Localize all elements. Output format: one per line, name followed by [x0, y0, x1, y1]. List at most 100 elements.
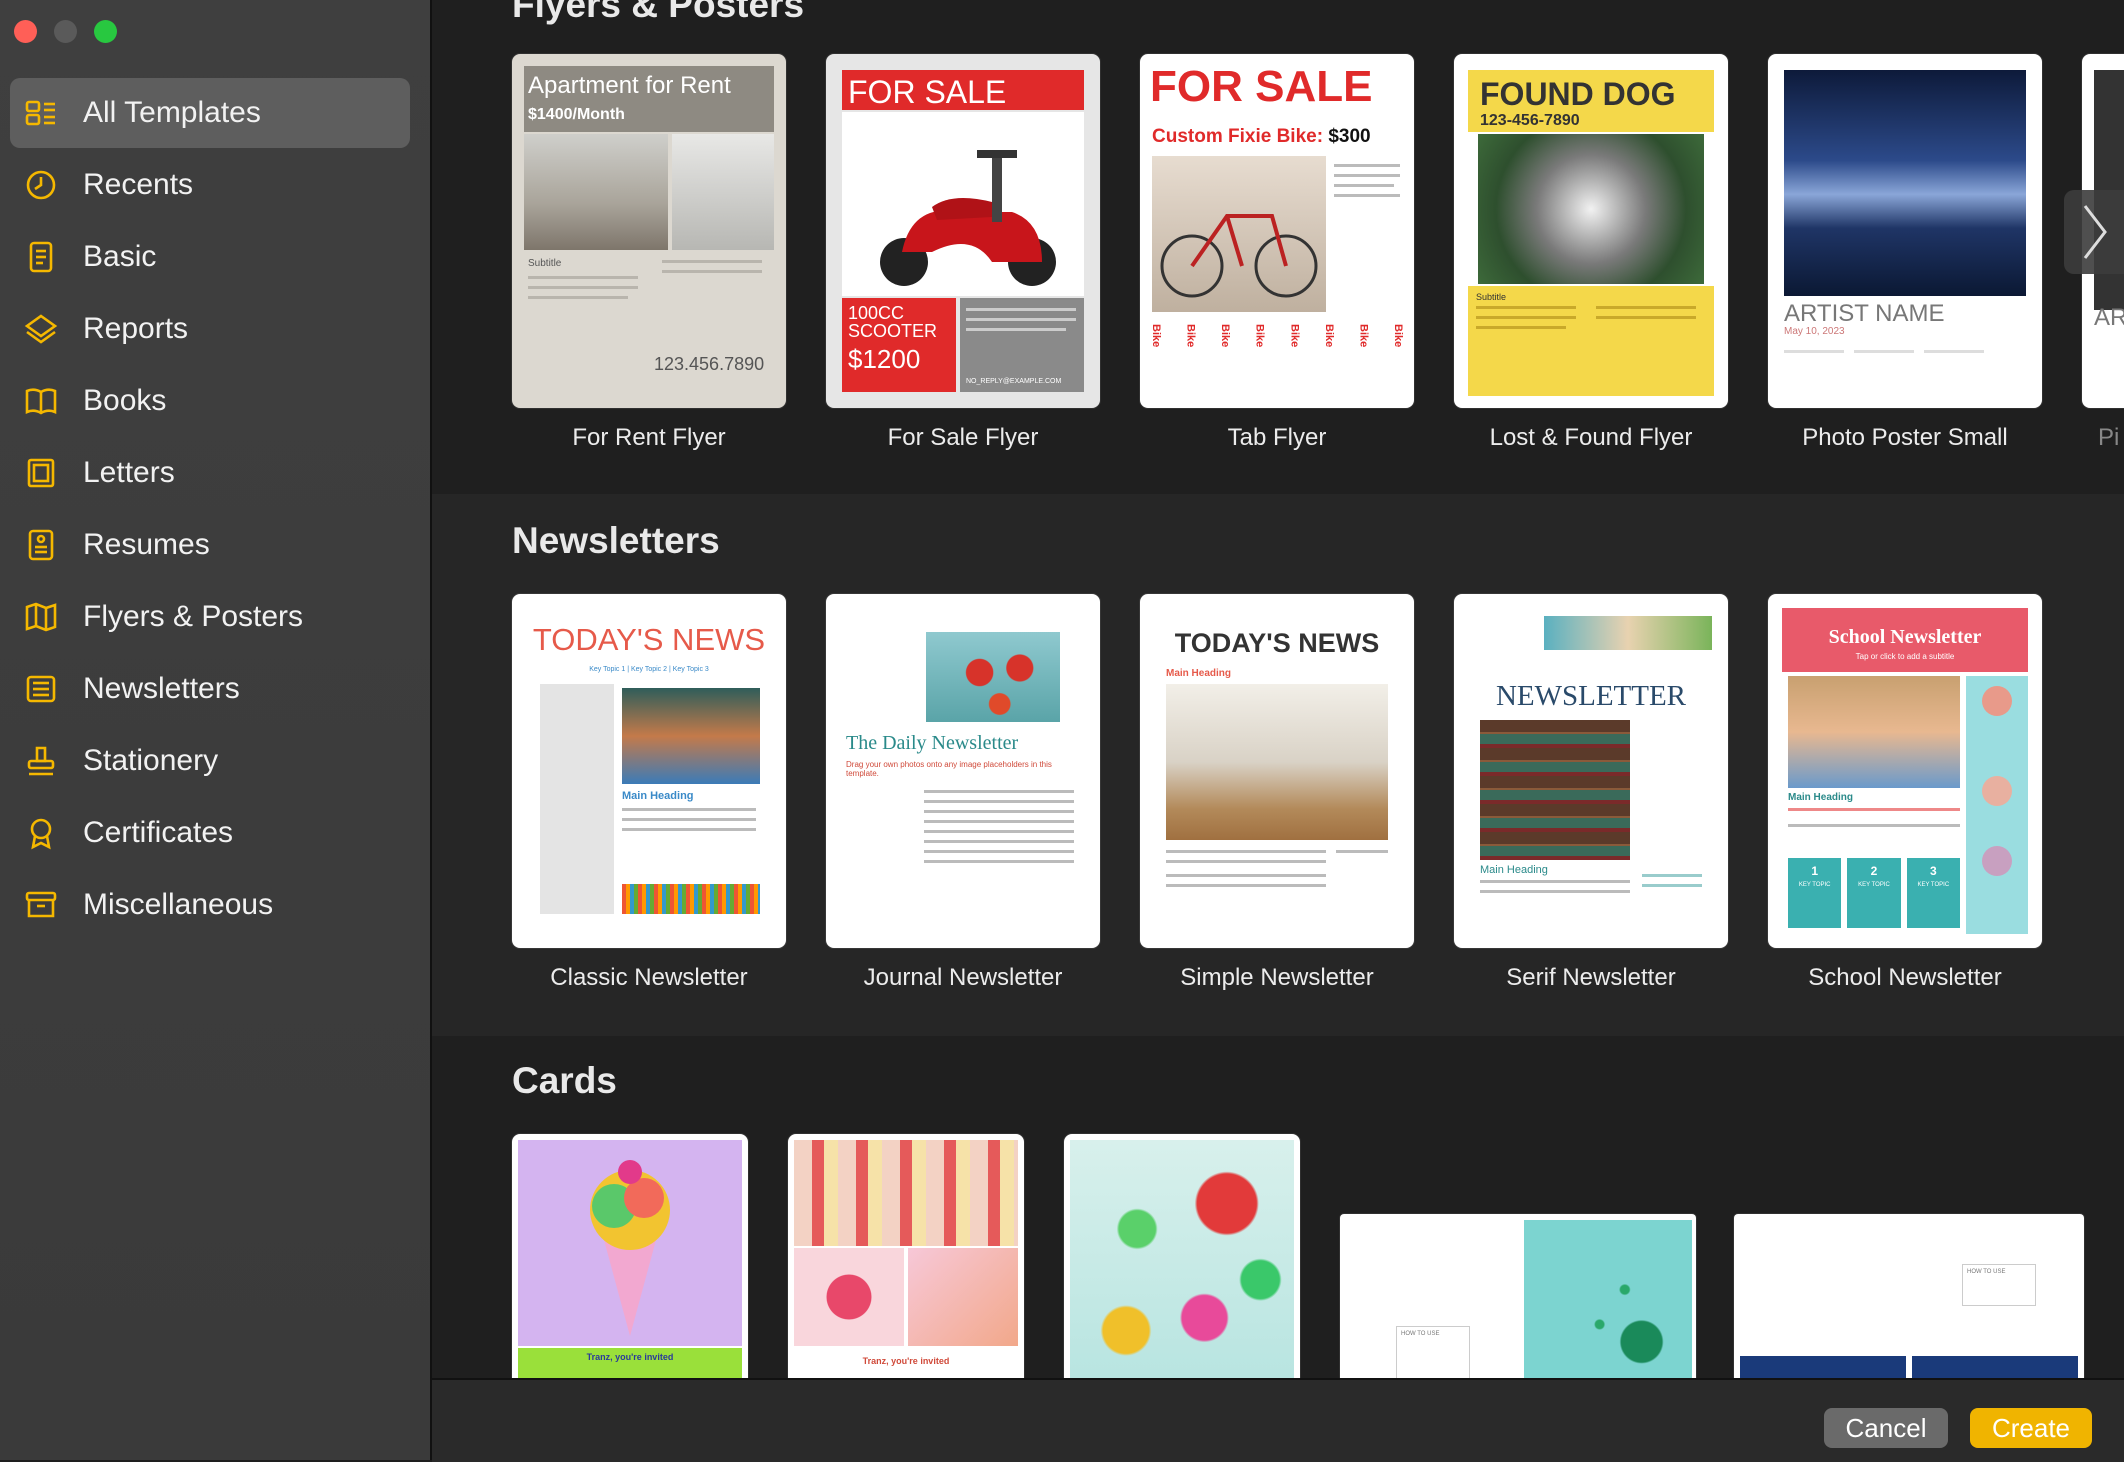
ribbon-icon	[23, 815, 59, 851]
template-card-ice-cream[interactable]: Tranz, you're invited	[512, 1134, 748, 1378]
newsletter-heading: School Newsletter	[1828, 626, 1982, 648]
text-line	[622, 808, 756, 811]
text-line	[1596, 306, 1696, 309]
text-line	[622, 818, 756, 821]
sidebar-item-label: Resumes	[83, 528, 210, 561]
flowers-photo	[926, 632, 1060, 722]
sidebar-item-label: Recents	[83, 168, 194, 201]
template-label: Journal Newsletter	[863, 964, 1063, 991]
section-title: Newsletters	[512, 520, 720, 561]
template-thumbnail: Apartment for Rent $1400/Month Subtitle …	[512, 54, 786, 408]
template-card-book[interactable]: HOW TO USE	[1734, 1214, 2084, 1378]
create-button[interactable]: Create	[1970, 1408, 2092, 1448]
template-classic-newsletter[interactable]: TODAY'S NEWS Key Topic 1 | Key Topic 2 |…	[512, 594, 786, 992]
flyer-heading: FOUND DOG	[1480, 76, 1676, 112]
flyer-sub: $1400/Month	[528, 106, 625, 123]
topic-number: 3	[1929, 864, 1937, 878]
topic-number: 2	[1870, 864, 1878, 878]
newsletter-heading: NEWSLETTER	[1495, 680, 1687, 712]
template-school-newsletter[interactable]: School Newsletter Tap or click to add a …	[1768, 594, 2042, 992]
sidebar-item-basic[interactable]: Basic	[10, 222, 410, 292]
template-journal-newsletter[interactable]: The Daily Newsletter Drag your own photo…	[826, 594, 1100, 992]
window-controls	[14, 20, 117, 43]
sidebar-item-reports[interactable]: Reports	[10, 294, 410, 364]
text-line	[1334, 174, 1400, 177]
newsletter-sub: Main Heading	[1480, 864, 1548, 876]
text-line	[528, 296, 628, 299]
flyer-sub-text: Custom Fixie Bike:	[1152, 126, 1324, 147]
cancel-button[interactable]: Cancel	[1824, 1408, 1948, 1448]
template-thumbnail: NEWSLETTER Main Heading	[1454, 594, 1728, 948]
text-line	[528, 276, 638, 279]
text-line	[966, 318, 1076, 321]
text-line	[1166, 884, 1326, 887]
ice-cream-illustration	[590, 1160, 670, 1336]
template-card-gifts[interactable]	[1064, 1134, 1300, 1378]
text-line	[1166, 850, 1326, 853]
template-thumbnail: School Newsletter Tap or click to add a …	[1768, 594, 2042, 948]
sidebar-item-recents[interactable]: Recents	[10, 150, 410, 220]
sidebar-item-newsletters[interactable]: Newsletters	[10, 654, 410, 724]
topic-tiles: 1 KEY TOPIC 2 KEY TOPIC 3 KEY TOPIC	[1788, 858, 1960, 928]
sidebar-item-books[interactable]: Books	[10, 366, 410, 436]
flyer-subtitle: Subtitle	[528, 258, 562, 269]
text-line	[1480, 880, 1630, 883]
topic-label: KEY TOPIC	[1798, 882, 1831, 888]
header-photos	[1544, 616, 1712, 650]
text-line	[924, 860, 1074, 863]
template-lost-found-flyer[interactable]: FOUND DOG 123-456-7890 Subtitle Lost & F…	[1454, 54, 1728, 452]
tear-tab: Bike	[1219, 324, 1232, 348]
template-thumbnail	[1064, 1134, 1300, 1378]
sidebar-item-all-templates[interactable]: All Templates	[10, 78, 410, 148]
template-simple-newsletter[interactable]: TODAY'S NEWS Main Heading Simple Newslet…	[1140, 594, 1414, 992]
template-card-confetti[interactable]: HOW TO USE	[1340, 1214, 1696, 1378]
topic-label: KEY TOPIC	[1917, 882, 1950, 888]
price-band: 100CC SCOOTER $1200	[842, 298, 956, 392]
template-thumbnail: ARTIST NAME May 10, 2023	[1768, 54, 2042, 408]
template-tab-flyer[interactable]: FOR SALE Custom Fixie Bike: $300 Bike Bi…	[1140, 54, 1414, 452]
template-serif-newsletter[interactable]: NEWSLETTER Main Heading Serif Newsletter	[1454, 594, 1728, 992]
template-label: Simple Newsletter	[1180, 964, 1374, 991]
sidebar-item-miscellaneous[interactable]: Miscellaneous	[10, 870, 410, 940]
card-band: Tranz, you're invited	[518, 1348, 742, 1378]
flower-photo	[794, 1248, 904, 1346]
text-line	[662, 270, 762, 273]
template-card-cake[interactable]: Tranz, you're invited	[788, 1134, 1024, 1378]
pencils-photo	[622, 884, 760, 914]
letter-icon	[23, 455, 59, 491]
template-for-sale-flyer[interactable]: FOR SALE 100CC SCOOTER $1200 NO_REPLY@EX…	[826, 54, 1100, 452]
tear-tab: Bike	[1357, 324, 1370, 348]
gifts-photo	[1070, 1140, 1294, 1378]
text-line	[1334, 184, 1394, 187]
flyer-line1: 100CC	[848, 303, 905, 323]
minimize-window-button[interactable]	[54, 20, 77, 43]
text-line	[1924, 350, 1984, 353]
sidebar-item-resumes[interactable]: Resumes	[10, 510, 410, 580]
topic-tile: 2 KEY TOPIC	[1847, 858, 1901, 928]
template-label: For Sale Flyer	[887, 424, 1039, 451]
template-label: Photo Poster Small	[1802, 424, 2008, 451]
drinks-photo	[908, 1248, 1018, 1346]
side-column	[1966, 676, 2028, 934]
cake-pattern	[794, 1140, 1018, 1246]
header-band: Apartment for Rent $1400/Month	[524, 66, 774, 132]
template-label: For Rent Flyer	[572, 424, 726, 451]
sidebar-item-certificates[interactable]: Certificates	[10, 798, 410, 868]
zoom-window-button[interactable]	[94, 20, 117, 43]
sidebar-item-stationery[interactable]: Stationery	[10, 726, 410, 796]
text-line	[662, 260, 762, 263]
side-photo	[1982, 686, 2012, 716]
text-line	[1642, 874, 1702, 877]
sidebar-item-label: Reports	[83, 312, 189, 345]
sidebar-item-flyers-posters[interactable]: Flyers & Posters	[10, 582, 410, 652]
section-title: Cards	[512, 1060, 617, 1101]
close-window-button[interactable]	[14, 20, 37, 43]
flyer-price: $1200	[848, 344, 921, 374]
header-band: School Newsletter Tap or click to add a …	[1782, 608, 2028, 672]
scroll-right-button[interactable]	[2064, 190, 2124, 274]
template-photo-poster-small[interactable]: ARTIST NAME May 10, 2023 Photo Poster Sm…	[1768, 54, 2042, 452]
template-for-rent-flyer[interactable]: Apartment for Rent $1400/Month Subtitle …	[512, 54, 786, 452]
sidebar-item-letters[interactable]: Letters	[10, 438, 410, 508]
template-thumbnail: TODAY'S NEWS Key Topic 1 | Key Topic 2 |…	[512, 594, 786, 948]
card-note: HOW TO USE	[1396, 1326, 1470, 1378]
